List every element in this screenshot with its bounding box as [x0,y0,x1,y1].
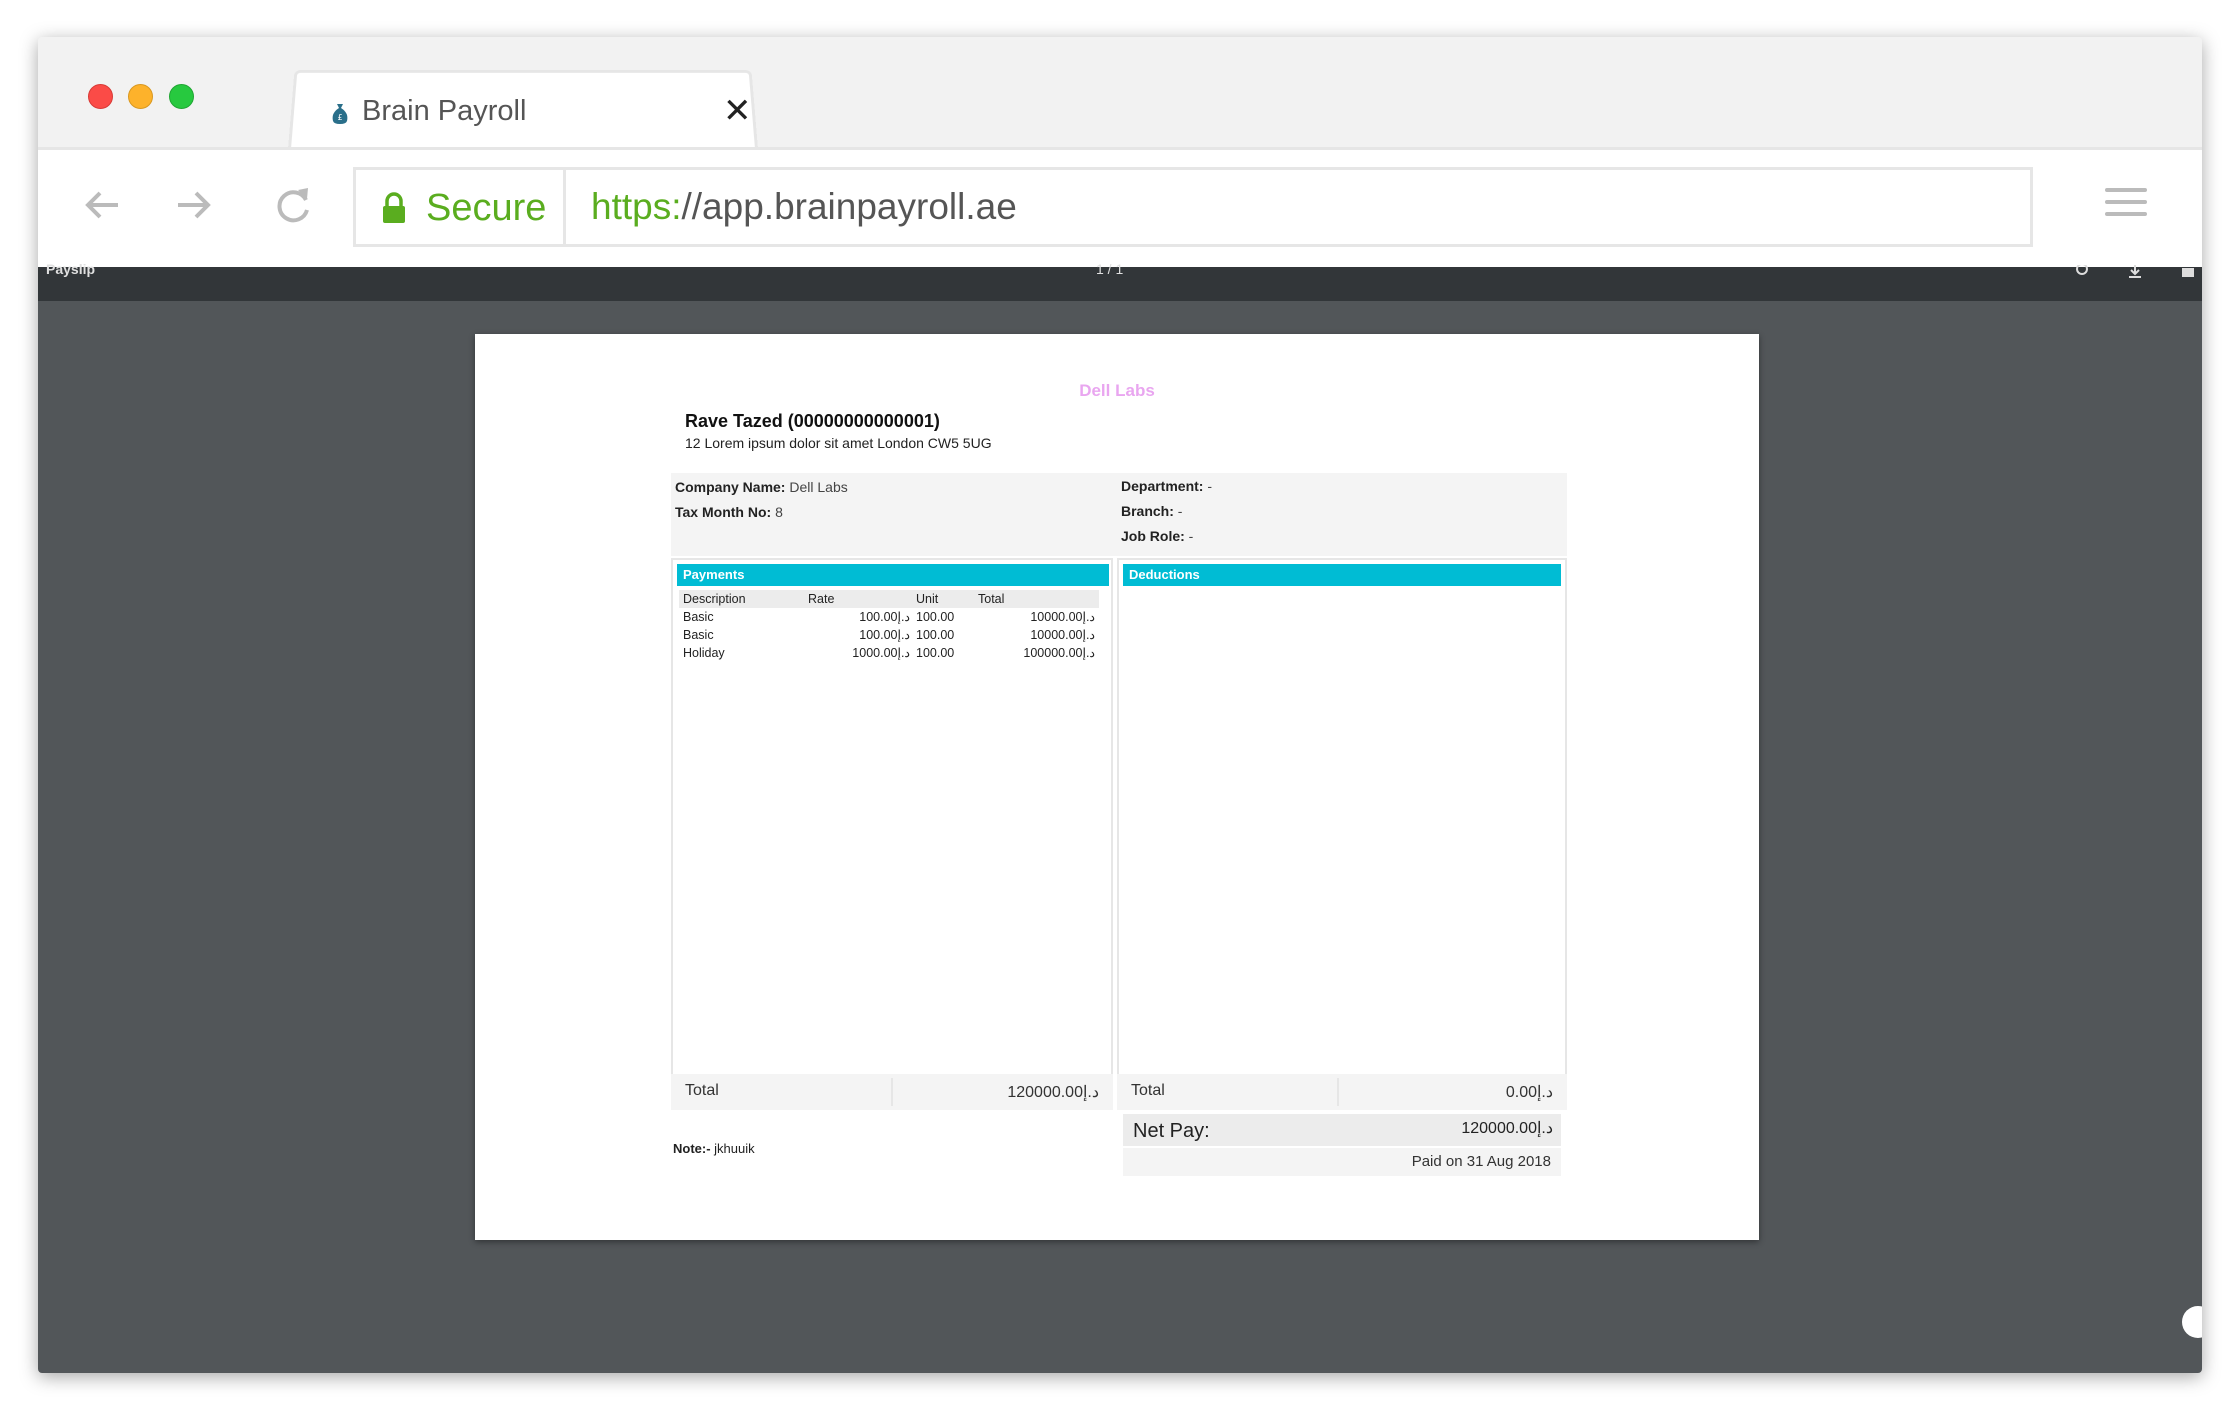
payments-header: Payments [677,564,1109,586]
rotate-icon[interactable] [2073,265,2091,279]
employee-address: 12 Lorem ipsum dolor sit amet London CW5… [685,435,992,451]
deductions-total-value: 0.00د.إ [1505,1084,1553,1101]
company-name-value: Dell Labs [789,479,848,495]
column-header: Rate [808,592,835,606]
deductions-total-row: Total 0.00د.إ [1117,1074,1567,1110]
payments-table: Description Rate Unit Total Basic 100.00… [679,590,1099,662]
browser-toolbar: Secure https://app.brainpayroll.ae [38,147,2202,267]
scroll-handle[interactable] [2182,1306,2202,1338]
column-header: Total [978,592,1005,606]
pdf-document-title: Payslip [46,261,96,277]
deductions-total-label: Total [1131,1082,1165,1099]
pdf-viewer-area[interactable]: Dell Labs Rave Tazed (00000000000001) 12… [38,301,2202,1373]
table-row: Basic 100.00د.إ 100.00 10000.00د.إ [679,608,1099,626]
payment-description: Holiday [683,646,725,660]
branch-label: Branch: [1121,503,1174,519]
branch-value: - [1177,503,1183,519]
payments-total-row: Total 120000.00د.إ [671,1074,1113,1110]
divider [891,1078,893,1106]
employee-name: Rave Tazed (00000000000001) [685,411,940,431]
payment-unit: 100.00 [916,628,955,642]
table-row: Basic 100.00د.إ 100.00 10000.00د.إ [679,626,1099,644]
lock-icon [383,192,405,223]
payment-rate: 100.00د.إ [859,610,910,624]
close-window-button[interactable] [88,84,113,109]
print-icon[interactable] [2179,265,2197,279]
svg-text:£: £ [337,113,342,122]
table-row: Holiday 1000.00د.إ 100.00 100000.00د.إ [679,644,1099,662]
payslip-page: Dell Labs Rave Tazed (00000000000001) 12… [475,334,1759,1240]
payment-rate: 1000.00د.إ [852,646,910,660]
department-row: Department: - [1121,478,1212,494]
payment-total: 10000.00د.إ [1030,628,1095,642]
payment-rate: 100.00د.إ [859,628,910,642]
payments-total-label: Total [685,1082,719,1099]
payments-table-header: Description Rate Unit Total [679,590,1099,608]
hamburger-menu-icon[interactable] [2105,188,2147,218]
column-header: Unit [916,592,939,606]
pdf-viewer-toolbar: Payslip 1 / 1 [38,261,2202,301]
deductions-header: Deductions [1123,564,1561,586]
employee-info-box: Company Name: Dell Labs Tax Month No: 8 … [671,473,1567,556]
url-text[interactable]: https://app.brainpayroll.ae [591,186,1017,228]
secure-label: Secure [426,187,547,229]
paid-on-row: Paid on 31 Aug 2018 [1123,1148,1561,1176]
payment-total: 10000.00د.إ [1030,610,1095,624]
job-role-value: - [1188,528,1194,544]
note-value: jkhuuik [714,1141,755,1156]
divider [1337,1078,1339,1106]
payments-total-value: 120000.00د.إ [1007,1084,1099,1101]
net-pay-label: Net Pay: [1133,1120,1210,1142]
minimize-window-button[interactable] [128,84,153,109]
payment-description: Basic [683,628,714,642]
tab-title: Brain Payroll [362,95,527,127]
back-arrow-icon[interactable] [78,180,128,230]
payments-section: Payments Description Rate Unit Total Bas… [671,558,1113,1096]
address-bar[interactable]: Secure https://app.brainpayroll.ae [353,167,2033,247]
net-pay-row: Net Pay: 120000.00د.إ [1123,1114,1561,1146]
company-name-label: Company Name: [675,479,786,495]
reload-icon[interactable] [268,180,318,230]
company-name-row: Company Name: Dell Labs [675,479,848,495]
maximize-window-button[interactable] [169,84,194,109]
title-bar: £ Brain Payroll ✕ [38,37,2202,149]
payment-unit: 100.00 [916,646,955,660]
company-header: Dell Labs [1079,381,1155,400]
payment-description: Basic [683,610,714,624]
note-label: Note:- [673,1141,711,1156]
tax-month-row: Tax Month No: 8 [675,504,783,520]
tax-month-value: 8 [775,504,783,520]
payment-total: 100000.00د.إ [1023,646,1095,660]
note: Note:- jkhuuik [673,1141,755,1156]
net-pay-value: 120000.00د.إ [1461,1120,1553,1137]
secure-indicator[interactable]: Secure [356,170,566,244]
tax-month-label: Tax Month No: [675,504,772,520]
url-path: //app.brainpayroll.ae [681,186,1017,227]
job-role-row: Job Role: - [1121,528,1193,544]
department-label: Department: [1121,478,1204,494]
forward-arrow-icon[interactable] [168,180,218,230]
download-icon[interactable] [2126,265,2144,279]
money-bag-icon: £ [332,104,348,124]
deductions-section: Deductions [1117,558,1567,1096]
tab-close-icon[interactable]: ✕ [723,91,752,131]
column-header: Description [683,592,746,606]
browser-tab-content[interactable]: £ Brain Payroll ✕ [328,87,768,137]
browser-window: £ Brain Payroll ✕ Secure https://app.bra… [38,37,2202,1373]
job-role-label: Job Role: [1121,528,1185,544]
branch-row: Branch: - [1121,503,1182,519]
payment-unit: 100.00 [916,610,955,624]
department-value: - [1207,478,1213,494]
pdf-page-counter: 1 / 1 [1096,261,1124,277]
paid-on-label: Paid on 31 Aug 2018 [1411,1153,1551,1170]
url-protocol: https: [591,186,682,227]
